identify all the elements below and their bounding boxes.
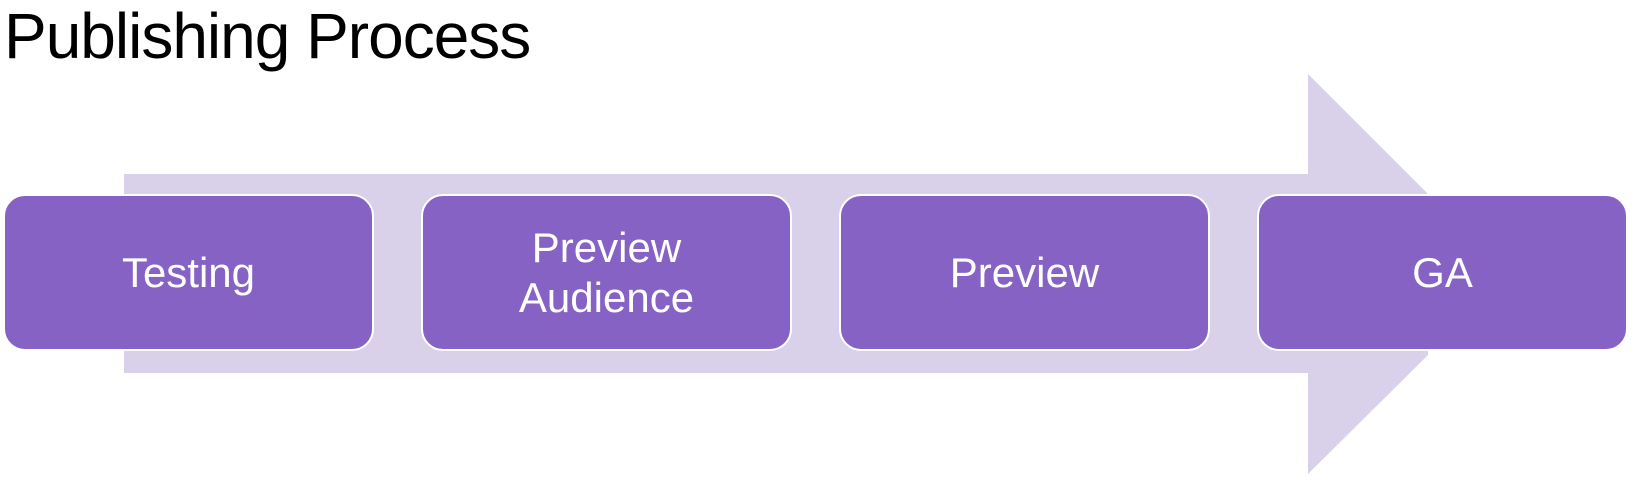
step-label: Preview [949,248,1100,296]
step-label: GA [1412,248,1473,296]
step-ga: GA [1257,194,1628,351]
step-label: Testing [121,248,256,296]
step-testing: Testing [3,194,374,351]
step-preview: Preview [839,194,1210,351]
process-steps: Testing Preview Audience Preview GA [0,0,1635,482]
step-preview-audience: Preview Audience [421,194,792,351]
step-label: Preview Audience [518,223,695,321]
